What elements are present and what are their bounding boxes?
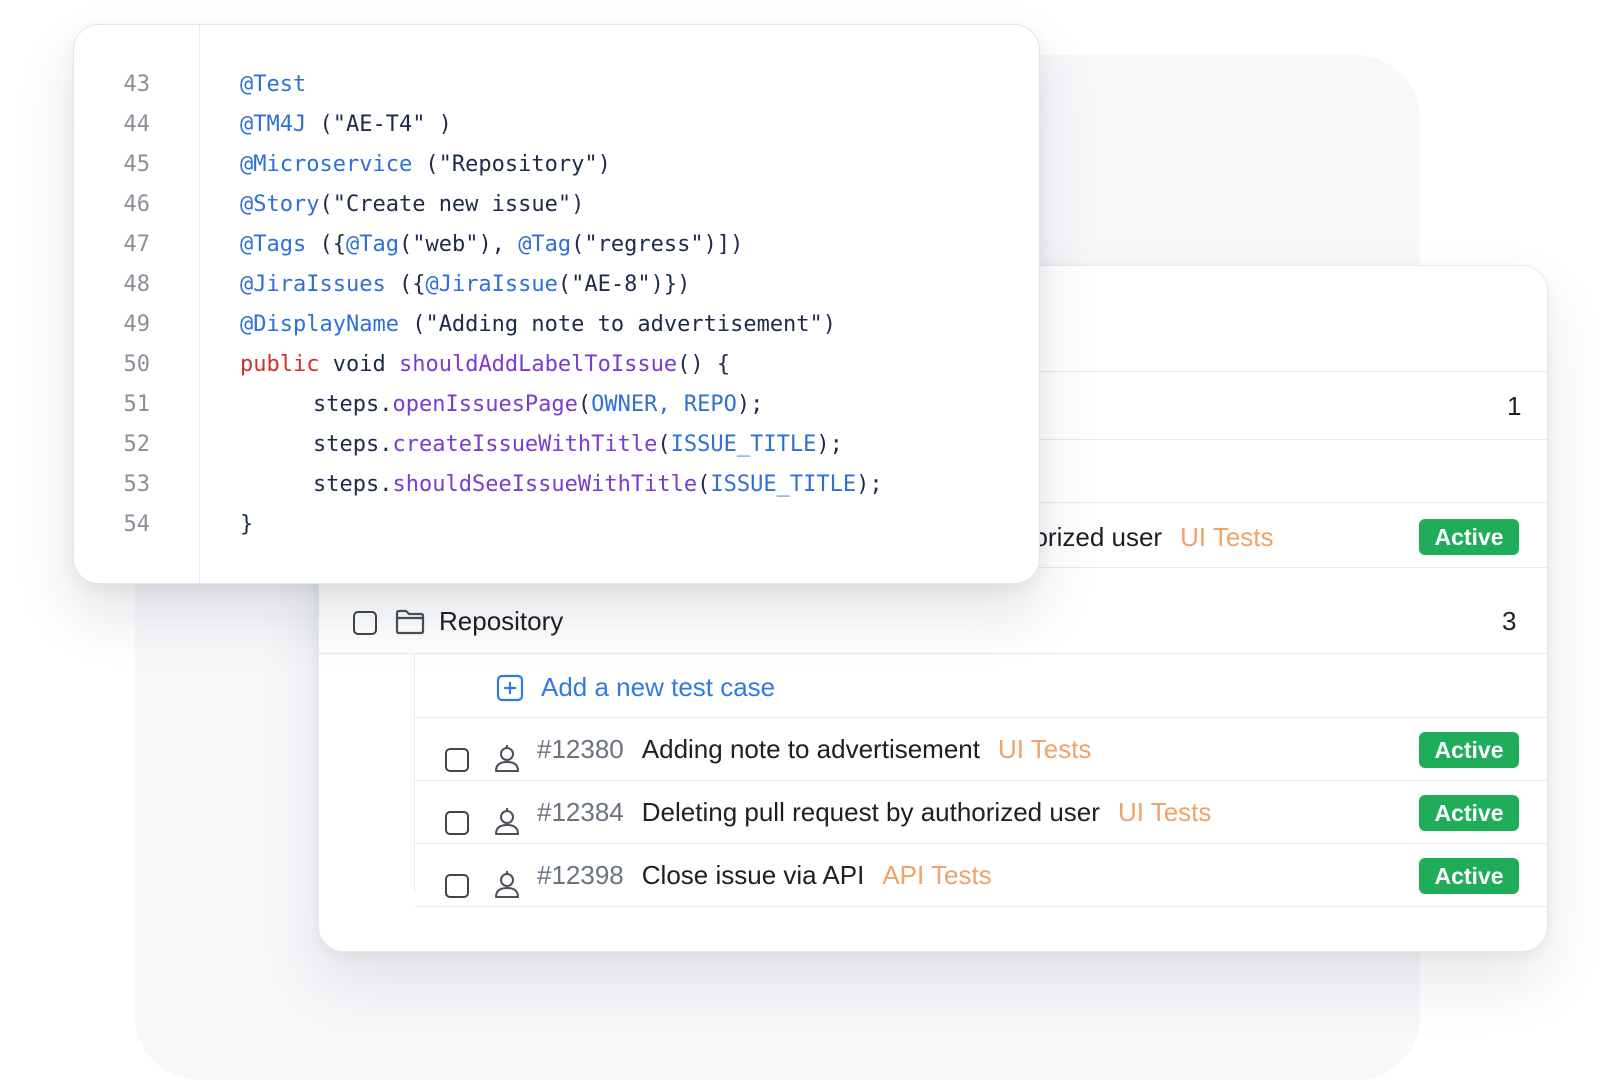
code-token: shouldAddLabelToIssue: [398, 352, 678, 377]
code-line: steps.createIssueWithTitle(ISSUE_TITLE);: [240, 425, 883, 465]
test-case-row[interactable]: norized user UI Tests: [1019, 506, 1274, 568]
suite-count: 1: [1507, 391, 1522, 421]
test-case-id: #12380: [537, 733, 624, 764]
test-case-tag: UI Tests: [1180, 521, 1274, 552]
line-number: 54: [123, 512, 151, 537]
code-token: ({: [385, 272, 426, 297]
code-token: public: [240, 352, 320, 377]
add-test-case-link[interactable]: Add a new test case: [541, 672, 775, 703]
code-line: @Story("Create new issue"): [240, 185, 883, 225]
test-case-id: #12398: [537, 859, 624, 890]
code-token: @TM4J: [240, 112, 307, 137]
code-token: (: [697, 472, 711, 497]
test-case-checkbox[interactable]: [445, 874, 469, 898]
code-line: @Tags ({@Tag("web"), @Tag("regress")]): [240, 225, 883, 265]
test-case-row[interactable]: #12384 Deleting pull request by authoriz…: [537, 781, 1211, 843]
status-badge: Active: [1419, 732, 1519, 768]
code-token: @Tag: [345, 232, 399, 257]
code-token: steps.: [313, 472, 393, 497]
code-token: OWNER, REPO: [591, 392, 737, 417]
code-token: (: [657, 432, 671, 457]
code-token: @Story: [240, 192, 320, 217]
code-token: ("AE-T4" ): [306, 112, 452, 137]
code-token: ISSUE_TITLE: [710, 472, 857, 497]
line-number: 51: [123, 392, 151, 417]
line-number: 50: [123, 352, 151, 377]
line-numbers: 43 44 45 46 47 48 49 50 51 52 53 54: [74, 65, 151, 545]
line-number: 43: [123, 72, 151, 97]
line-number: 48: [123, 272, 151, 297]
code-token: ("web"),: [398, 232, 519, 257]
line-number: 44: [123, 112, 151, 137]
code-line: }: [240, 505, 883, 545]
code-line: @DisplayName ("Adding note to advertisem…: [240, 305, 883, 345]
code-token: ("Repository"): [412, 152, 611, 177]
code-token: @DisplayName: [240, 312, 399, 337]
suite-count: 3: [1502, 606, 1517, 636]
code-line: public void shouldAddLabelToIssue() {: [240, 345, 883, 385]
code-token: @Tag: [518, 232, 572, 257]
code-token: @Microservice: [240, 152, 413, 177]
add-square-icon[interactable]: [496, 674, 524, 702]
code-token: );: [736, 392, 764, 417]
code-token: );: [856, 472, 883, 497]
line-number: 47: [123, 232, 151, 257]
status-badge: Active: [1419, 795, 1519, 831]
code-line: @JiraIssues ({@JiraIssue("AE-8")}): [240, 265, 883, 305]
code-token: @JiraIssues: [240, 272, 386, 297]
status-badge: Active: [1419, 858, 1519, 894]
code-line: steps.openIssuesPage(OWNER, REPO);: [240, 385, 883, 425]
manual-test-icon: [495, 871, 519, 898]
test-case-title: norized user: [1019, 521, 1163, 552]
code-token: ("Create new issue"): [319, 192, 585, 217]
code-token: }: [240, 512, 254, 537]
code-token: @Test: [240, 72, 307, 97]
suite-checkbox[interactable]: [353, 611, 377, 635]
code-line: @Test: [240, 65, 883, 105]
line-number: 46: [123, 192, 151, 217]
code-token: @JiraIssue: [425, 272, 558, 297]
code-token: void: [319, 352, 399, 377]
test-case-row[interactable]: #12380 Adding note to advertisement UI T…: [537, 718, 1091, 780]
code-line: steps.shouldSeeIssueWithTitle(ISSUE_TITL…: [240, 465, 883, 505]
code-line: @Microservice ("Repository"): [240, 145, 883, 185]
manual-test-icon: [495, 808, 519, 835]
line-number: 49: [123, 312, 151, 337]
code-lines: @Test @TM4J ("AE-T4" ) @Microservice ("Rep…: [240, 65, 883, 545]
line-number: 52: [123, 432, 151, 457]
test-case-tag: UI Tests: [997, 733, 1092, 764]
test-case-title: Deleting pull request by authorized user: [641, 796, 1100, 827]
test-case-id: #12384: [537, 796, 624, 827]
test-case-title: Adding note to advertisement: [641, 733, 980, 764]
line-number: 45: [123, 152, 151, 177]
code-token: ("regress")]): [571, 232, 744, 257]
code-token: ({: [306, 232, 346, 257]
test-case-title: Close issue via API: [641, 859, 865, 890]
code-token: steps.: [313, 392, 393, 417]
code-token: (: [577, 392, 592, 417]
code-token: ("AE-8")}): [557, 272, 691, 297]
code-token: @Tags: [240, 232, 307, 257]
test-case-checkbox[interactable]: [445, 748, 469, 772]
code-token: createIssueWithTitle: [392, 432, 658, 457]
code-token: openIssuesPage: [392, 392, 578, 417]
suite-name[interactable]: Repository: [439, 606, 563, 637]
code-token: ISSUE_TITLE: [670, 432, 817, 457]
code-line: @TM4J ("AE-T4" ): [240, 105, 883, 145]
test-case-tag: UI Tests: [1117, 796, 1212, 827]
gutter-divider: [199, 25, 200, 583]
test-case-checkbox[interactable]: [445, 811, 469, 835]
folder-icon: [395, 609, 425, 635]
test-case-row[interactable]: #12398 Close issue via API API Tests: [537, 844, 992, 906]
code-token: ("Adding note to advertisement"): [398, 312, 837, 337]
code-editor: 43 44 45 46 47 48 49 50 51 52 53 54 @Test @TM4J ("AE…: [73, 24, 1040, 584]
code-token: () {: [677, 352, 731, 377]
line-number: 53: [123, 472, 151, 497]
test-case-tag: API Tests: [882, 859, 992, 890]
code-token: shouldSeeIssueWithTitle: [392, 472, 698, 497]
status-badge: Active: [1419, 519, 1519, 555]
manual-test-icon: [495, 745, 519, 772]
code-token: );: [816, 432, 843, 457]
code-token: steps.: [313, 432, 393, 457]
